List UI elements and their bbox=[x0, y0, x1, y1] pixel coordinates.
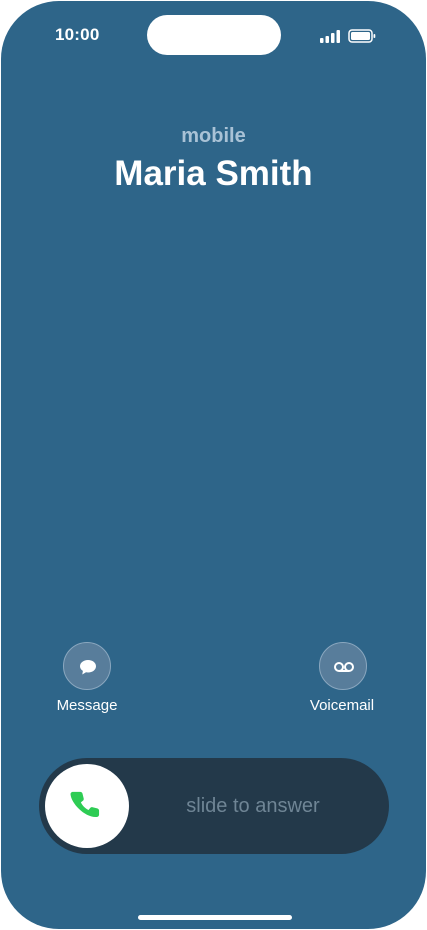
incoming-call-screen: 10:00 mobile Maria Smith Message Voicema… bbox=[1, 1, 426, 929]
cellular-signal-icon bbox=[320, 30, 340, 43]
caller-name: Maria Smith bbox=[114, 154, 313, 193]
battery-icon bbox=[348, 29, 376, 43]
message-label: Message bbox=[56, 697, 118, 714]
slide-to-answer-text: slide to answer bbox=[186, 795, 320, 817]
voicemail-button[interactable] bbox=[319, 642, 367, 690]
voicemail-label: Voicemail bbox=[309, 697, 375, 714]
message-button[interactable] bbox=[63, 642, 111, 690]
message-bubble-icon bbox=[80, 660, 96, 675]
phone-frame: 10:00 mobile Maria Smith Message Voicema… bbox=[0, 0, 427, 930]
slide-to-answer-slider[interactable]: slide to answer bbox=[39, 758, 389, 854]
voicemail-icon bbox=[334, 662, 354, 672]
answer-knob[interactable] bbox=[45, 764, 129, 848]
caller-subtitle: mobile bbox=[181, 125, 246, 147]
home-indicator[interactable] bbox=[138, 915, 292, 920]
phone-icon bbox=[70, 791, 100, 818]
status-time: 10:00 bbox=[55, 25, 100, 44]
dynamic-island bbox=[147, 15, 281, 55]
